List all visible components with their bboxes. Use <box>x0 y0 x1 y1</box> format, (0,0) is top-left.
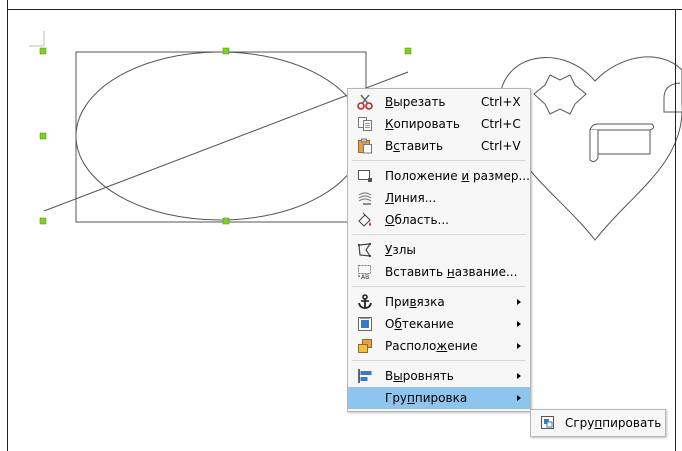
menu-separator <box>352 160 526 161</box>
menu-item-anchor[interactable]: Привязка <box>348 291 530 313</box>
menu-item-label: Группировка <box>385 391 468 405</box>
menu-item-shortcut: Ctrl+C <box>481 117 521 131</box>
scroll-shape[interactable] <box>589 123 655 163</box>
svg-text:AB: AB <box>361 274 369 280</box>
partial-shape[interactable] <box>663 82 682 113</box>
align-icon <box>357 368 373 384</box>
menu-item-group[interactable]: Группировка <box>348 387 530 409</box>
position-size-icon <box>357 168 373 184</box>
menu-item-label: Обтекание <box>385 317 454 331</box>
menu-item-label: Выровнять <box>385 369 454 383</box>
menu-item-arrange[interactable]: Расположение <box>348 335 530 357</box>
arrange-icon <box>357 338 373 354</box>
paste-icon <box>357 138 373 154</box>
menu-item-label: Сгруппировать <box>565 416 662 430</box>
menu-item-label: Копировать <box>385 117 460 131</box>
copy-icon <box>357 116 373 132</box>
menu-item-label: Узлы <box>385 243 416 257</box>
menu-item-cut[interactable]: Вырезать Ctrl+X <box>348 91 530 113</box>
menu-separator <box>352 360 526 361</box>
menu-item-label: Вставить название... <box>385 265 518 279</box>
submenu-arrow-icon <box>517 373 521 379</box>
menu-item-position-size[interactable]: Положение и размер... <box>348 165 530 187</box>
menu-item-label: Область... <box>385 213 449 227</box>
ellipse-shape[interactable] <box>75 51 365 221</box>
wrap-icon <box>357 316 373 332</box>
menu-item-copy[interactable]: Копировать Ctrl+C <box>348 113 530 135</box>
menu-item-shortcut: Ctrl+X <box>481 95 521 109</box>
star-shape[interactable] <box>533 74 587 115</box>
menu-item-line[interactable]: Линия... <box>348 187 530 209</box>
canvas-border-right <box>675 9 676 451</box>
menu-item-label: Расположение <box>385 339 478 353</box>
area-fill-icon <box>357 212 373 228</box>
group-icon <box>540 415 556 431</box>
menu-item-insert-caption[interactable]: AB Вставить название... <box>348 261 530 283</box>
submenu-arrow-icon <box>517 321 521 327</box>
submenu-arrow-icon <box>517 343 521 349</box>
menu-item-label: Вырезать <box>385 95 446 109</box>
drawing-canvas[interactable] <box>0 0 682 451</box>
menu-item-label: Линия... <box>385 191 437 205</box>
menu-item-wrap[interactable]: Обтекание <box>348 313 530 335</box>
menu-item-paste[interactable]: Вставить Ctrl+V <box>348 135 530 157</box>
canvas-border-top <box>7 9 682 10</box>
insert-caption-icon: AB <box>357 264 373 280</box>
submenu-arrow-icon <box>517 299 521 305</box>
menu-item-points[interactable]: Узлы <box>348 239 530 261</box>
menu-item-label: Привязка <box>385 295 445 309</box>
menu-separator <box>352 286 526 287</box>
menu-item-label: Положение и размер... <box>385 169 530 183</box>
menu-item-label: Вставить <box>385 139 444 153</box>
page-corner-marker <box>29 31 45 47</box>
line-style-icon <box>357 190 373 206</box>
menu-item-area[interactable]: Область... <box>348 209 530 231</box>
points-icon <box>357 242 373 258</box>
canvas-border-left <box>7 0 8 451</box>
context-menu: Вырезать Ctrl+X Копировать Ctrl+C Вставить Ct… <box>347 88 531 412</box>
submenu-arrow-icon <box>517 395 521 401</box>
group-submenu: Сгруппировать <box>530 409 666 437</box>
scissors-icon <box>357 94 373 110</box>
menu-item-align[interactable]: Выровнять <box>348 365 530 387</box>
menu-item-shortcut: Ctrl+V <box>481 139 521 153</box>
anchor-icon <box>357 294 373 310</box>
menu-separator <box>352 234 526 235</box>
submenu-item-group-objects[interactable]: Сгруппировать <box>531 412 665 434</box>
